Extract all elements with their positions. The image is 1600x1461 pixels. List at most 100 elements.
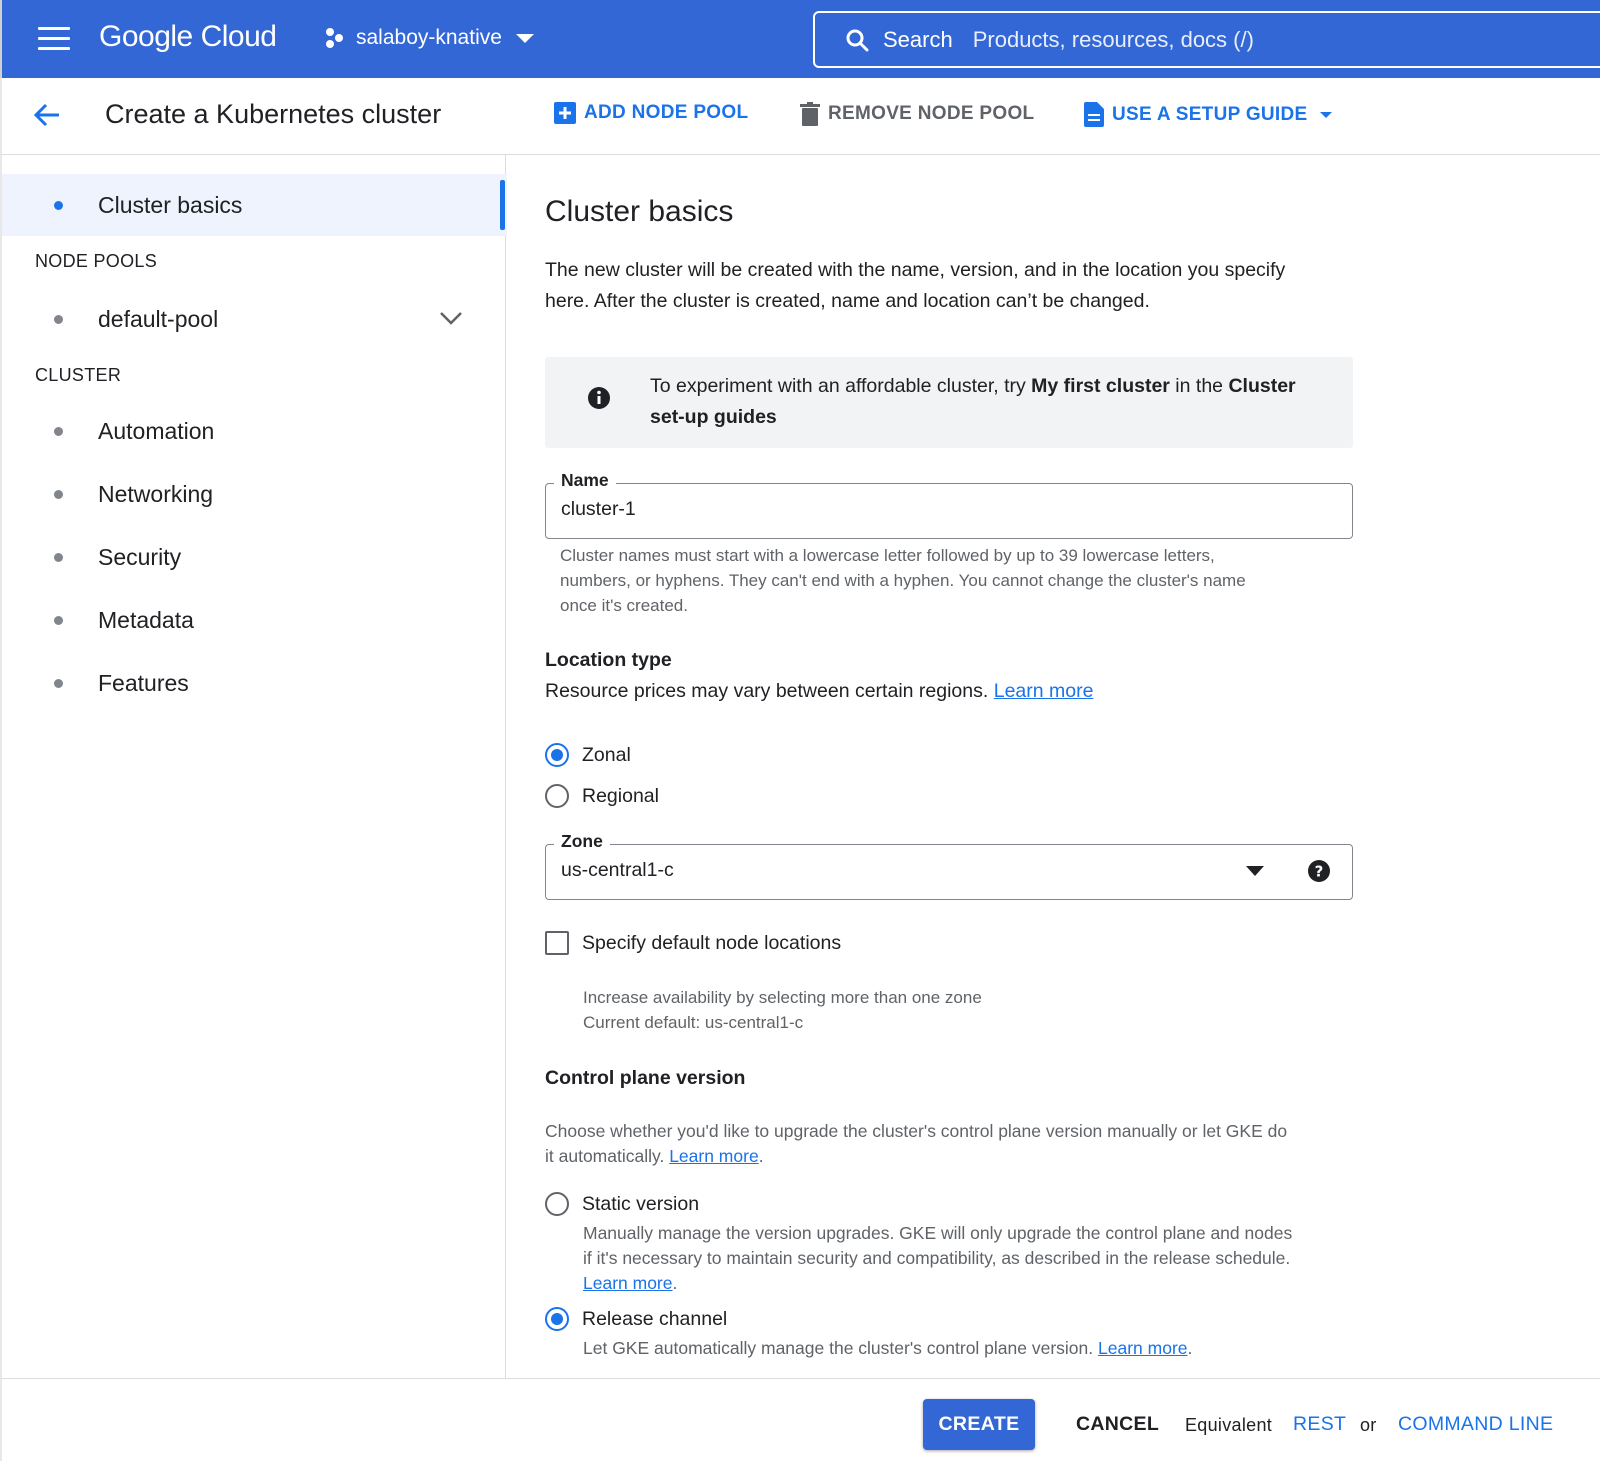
release-desc-text: Let GKE automatically manage the cluster… <box>583 1338 1094 1358</box>
main-content: Cluster basics The new cluster will be c… <box>507 155 1600 1378</box>
menu-icon[interactable] <box>38 27 70 51</box>
trash-icon <box>800 102 820 126</box>
release-channel-desc: Let GKE automatically manage the cluster… <box>583 1338 1193 1358</box>
name-field-value[interactable]: cluster-1 <box>561 498 636 521</box>
zone-field-value: us-central1-c <box>561 859 674 881</box>
availability-line-1: Increase availability by selecting more … <box>583 988 982 1007</box>
sidebar-item-automation[interactable]: Automation <box>2 400 508 462</box>
page-header: Create a Kubernetes cluster ADD NODE POO… <box>0 78 1600 155</box>
help-icon[interactable]: ? <box>1307 859 1331 883</box>
search-icon <box>846 29 869 51</box>
info-text-pre: To experiment with an affordable cluster… <box>650 375 1032 397</box>
dropdown-caret-icon <box>515 33 534 43</box>
top-app-bar: Google Cloud salaboy-knative Search Prod… <box>0 0 1600 78</box>
create-button[interactable]: CREATE <box>923 1399 1035 1450</box>
name-helper-line-2: numbers, or hyphens. They can't end with… <box>560 571 1246 590</box>
back-arrow-icon[interactable] <box>32 100 62 135</box>
sidebar-item-label: Networking <box>98 480 214 507</box>
add-box-icon <box>554 102 576 124</box>
section-title: Cluster basics <box>545 195 734 228</box>
info-icon <box>588 387 610 409</box>
setup-guide-label: USE A SETUP GUIDE <box>1112 103 1308 125</box>
rest-link[interactable]: REST <box>1293 1413 1346 1436</box>
footer-action-bar: CREATE CANCEL Equivalent REST or COMMAND… <box>0 1378 1600 1461</box>
add-node-pool-button[interactable]: ADD NODE POOL <box>554 102 748 124</box>
radio-checked-icon <box>545 743 569 767</box>
sidebar-item-networking[interactable]: Networking <box>2 463 508 525</box>
control-plane-desc-line-1: Choose whether you'd like to upgrade the… <box>545 1121 1288 1141</box>
command-line-link[interactable]: COMMAND LINE <box>1398 1413 1553 1436</box>
name-field-label: Name <box>554 470 616 491</box>
sidebar-item-label: Security <box>98 543 182 570</box>
cancel-button[interactable]: CANCEL <box>1076 1413 1159 1436</box>
checkbox-unchecked-icon <box>545 931 569 955</box>
sidebar-item-default-pool[interactable]: default-pool <box>2 288 508 350</box>
name-helper-line-1: Cluster names must start with a lowercas… <box>560 546 1215 565</box>
sidebar-item-label: Automation <box>98 417 215 444</box>
location-type-desc: Resource prices may vary between certain… <box>545 676 1093 707</box>
search-bar[interactable]: Search Products, resources, docs (/) <box>813 11 1600 68</box>
zone-select[interactable]: Zone us-central1-c ? <box>545 831 1353 900</box>
specify-node-locations-checkbox[interactable]: Specify default node locations <box>545 931 841 955</box>
release-channel-radio[interactable]: Release channel <box>545 1307 727 1331</box>
setup-guide-button[interactable]: USE A SETUP GUIDE <box>1084 102 1332 127</box>
name-field[interactable]: Name cluster-1 <box>545 470 1353 539</box>
sidebar-nav: Cluster basics NODE POOLS default-pool C… <box>0 155 508 1378</box>
info-banner: To experiment with an affordable cluster… <box>545 357 1353 448</box>
sidebar-item-label: Features <box>98 669 189 696</box>
dropdown-caret-icon <box>1319 111 1332 118</box>
bullet-icon <box>54 314 63 324</box>
static-desc-line-2: if it's necessary to maintain security a… <box>583 1248 1291 1268</box>
bullet-icon <box>54 678 63 688</box>
learn-more-link[interactable]: Learn more <box>1098 1338 1188 1358</box>
bullet-icon <box>54 615 63 625</box>
search-placeholder: Products, resources, docs (/) <box>972 26 1254 52</box>
learn-more-link[interactable]: Learn more <box>669 1146 759 1166</box>
project-name: salaboy-knative <box>356 26 502 49</box>
static-version-desc: Manually manage the version upgrades. GK… <box>583 1223 1293 1293</box>
intro-text: The new cluster will be created with the… <box>545 255 1285 317</box>
regional-radio[interactable]: Regional <box>545 784 659 808</box>
name-helper-text: Cluster names must start with a lowercas… <box>560 543 1246 618</box>
learn-more-link[interactable]: Learn more <box>583 1273 673 1293</box>
radio-unchecked-icon <box>545 784 569 808</box>
or-label: or <box>1360 1415 1377 1435</box>
node-pools-section-header: NODE POOLS <box>35 251 158 271</box>
bullet-icon <box>54 200 63 210</box>
bullet-icon <box>54 489 63 499</box>
static-desc-line-1: Manually manage the version upgrades. GK… <box>583 1223 1293 1243</box>
dropdown-arrow-icon[interactable] <box>1246 866 1264 876</box>
static-version-label: Static version <box>582 1192 700 1215</box>
equivalent-label: Equivalent <box>1185 1415 1273 1435</box>
project-icon <box>326 28 343 48</box>
learn-more-link[interactable]: Learn more <box>994 680 1094 702</box>
project-selector[interactable]: salaboy-knative <box>324 26 534 50</box>
location-type-title: Location type <box>545 649 672 671</box>
zonal-radio[interactable]: Zonal <box>545 743 631 767</box>
control-plane-desc-line-2: it automatically. <box>545 1146 665 1166</box>
sidebar-item-label: default-pool <box>98 305 219 332</box>
page-title: Create a Kubernetes cluster <box>105 99 442 129</box>
document-icon <box>1084 102 1104 127</box>
cluster-section-header: CLUSTER <box>35 365 122 385</box>
remove-node-pool-label: REMOVE NODE POOL <box>828 103 1035 124</box>
sidebar-item-label: Cluster basics <box>98 191 243 218</box>
bullet-icon <box>54 552 63 562</box>
info-text: To experiment with an affordable cluster… <box>650 371 1330 433</box>
sidebar-item-cluster-basics[interactable]: Cluster basics <box>2 174 507 236</box>
sidebar-item-metadata[interactable]: Metadata <box>2 589 508 651</box>
sidebar-item-label: Metadata <box>98 606 194 633</box>
add-node-pool-label: ADD NODE POOL <box>584 102 749 123</box>
google-cloud-logo[interactable]: Google Cloud <box>99 20 277 54</box>
static-version-radio[interactable]: Static version <box>545 1192 699 1216</box>
control-plane-desc: Choose whether you'd like to upgrade the… <box>545 1121 1288 1166</box>
chevron-down-icon[interactable] <box>439 310 463 326</box>
intro-line-2: here. After the cluster is created, name… <box>545 290 1150 312</box>
remove-node-pool-button[interactable]: REMOVE NODE POOL <box>800 102 1034 126</box>
availability-helper-text: Increase availability by selecting more … <box>583 985 982 1035</box>
info-text-mid: in the <box>1169 375 1229 397</box>
intro-line-1: The new cluster will be created with the… <box>545 259 1286 281</box>
sidebar-item-security[interactable]: Security <box>2 526 508 588</box>
regional-label: Regional <box>582 784 659 807</box>
sidebar-item-features[interactable]: Features <box>2 652 508 714</box>
